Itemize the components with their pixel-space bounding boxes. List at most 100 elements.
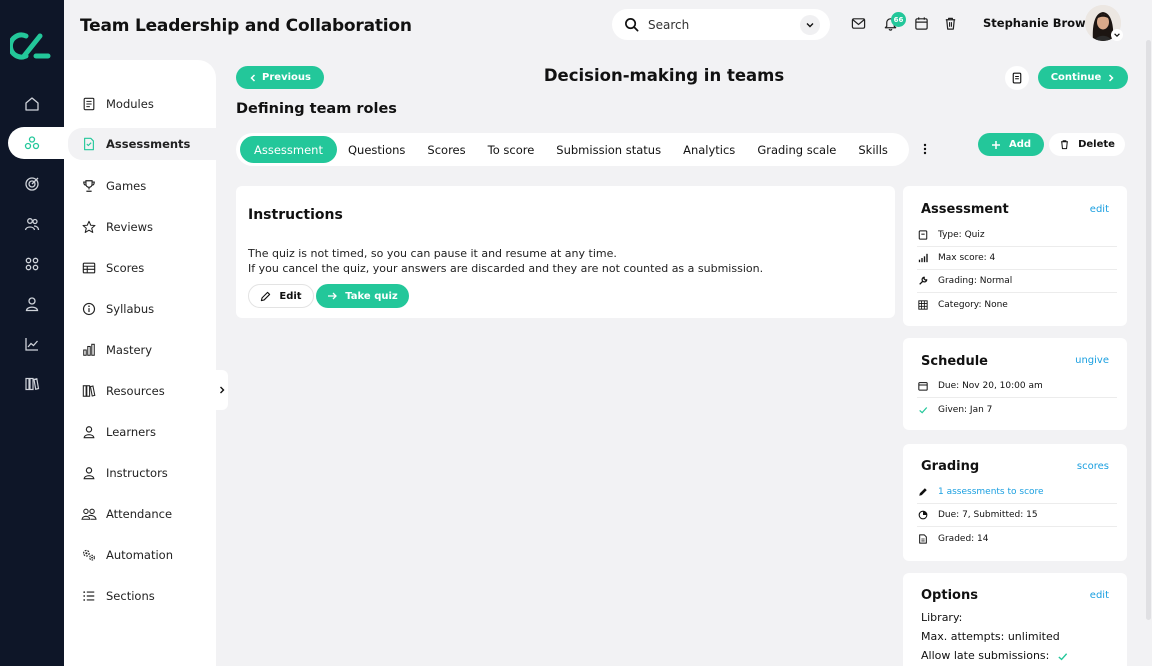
document-icon (917, 533, 929, 545)
submitted-row: Due: 7, Submitted: 15 (917, 504, 1117, 527)
target-icon[interactable] (20, 172, 44, 196)
sidebar-item-sections[interactable]: Sections (68, 580, 216, 612)
sidebar: Modules Assessments Games Reviews Scores… (64, 60, 216, 666)
pie-chart-icon (917, 509, 929, 521)
tab-bar: Assessment Questions Scores To score Sub… (236, 133, 909, 166)
tab-assessment[interactable]: Assessment (240, 136, 337, 163)
search-input[interactable]: Search (612, 9, 830, 40)
scrollbar-thumb[interactable] (1146, 40, 1151, 620)
bar-chart-icon (81, 342, 97, 358)
wrench-icon (917, 275, 929, 287)
panel-title: Grading (921, 459, 980, 474)
sidebar-item-resources[interactable]: Resources (68, 375, 216, 407)
tab-skills[interactable]: Skills (847, 136, 899, 163)
sidebar-collapse-button[interactable] (216, 370, 228, 410)
sidebar-item-instructors[interactable]: Instructors (68, 457, 216, 489)
sidebar-item-scores[interactable]: Scores (68, 252, 216, 284)
calendar-icon[interactable] (914, 16, 930, 32)
sidebar-item-label: Instructors (106, 466, 168, 480)
tab-submission-status[interactable]: Submission status (545, 136, 672, 163)
edit-instructions-button[interactable]: Edit (248, 284, 314, 308)
home-icon[interactable] (20, 92, 44, 116)
grid-icon (917, 299, 929, 311)
chevron-right-icon (1109, 73, 1114, 82)
sidebar-item-label: Scores (106, 261, 145, 275)
sidebar-item-attendance[interactable]: Attendance (68, 498, 216, 530)
chevron-down-icon[interactable] (800, 14, 820, 35)
sidebar-item-label: Assessments (106, 137, 191, 151)
hub-icon[interactable] (20, 131, 44, 155)
sidebar-item-label: Attendance (106, 507, 173, 521)
add-button[interactable]: Add (978, 133, 1044, 156)
person-icon[interactable] (20, 292, 44, 316)
edit-options-link[interactable]: edit (1090, 590, 1109, 601)
panel-title: Assessment (921, 202, 1009, 217)
sidebar-item-label: Resources (106, 384, 165, 398)
chart-icon[interactable] (20, 332, 44, 356)
sidebar-item-label: Learners (106, 425, 156, 439)
sidebar-item-reviews[interactable]: Reviews (68, 211, 216, 243)
sidebar-item-mastery[interactable]: Mastery (68, 334, 216, 366)
tab-to-score[interactable]: To score (477, 136, 546, 163)
section-title: Defining team roles (236, 101, 397, 117)
user-name[interactable]: Stephanie Brown (983, 16, 1094, 30)
continue-button[interactable]: Continue (1038, 66, 1128, 89)
sidebar-item-label: Modules (106, 97, 154, 111)
chevron-left-icon (250, 73, 256, 82)
arrow-right-icon (328, 292, 338, 300)
search-placeholder: Search (648, 17, 690, 32)
tab-analytics[interactable]: Analytics (672, 136, 746, 163)
ungive-link[interactable]: ungive (1075, 355, 1109, 366)
mail-icon[interactable] (851, 16, 867, 32)
trash-icon[interactable] (943, 16, 959, 32)
sidebar-item-assessments[interactable]: Assessments (68, 128, 216, 160)
instructions-title: Instructions (248, 207, 343, 223)
sidebar-item-automation[interactable]: Automation (68, 539, 216, 571)
info-icon (81, 301, 97, 317)
quiz-type-icon (917, 229, 929, 241)
people-icon[interactable] (20, 212, 44, 236)
check-icon (917, 404, 929, 416)
tab-grading-scale[interactable]: Grading scale (746, 136, 847, 163)
given-row: Given: Jan 7 (917, 398, 1117, 421)
user-menu-chevron-icon[interactable] (1111, 29, 1123, 41)
assessment-panel: Assessment edit Type: Quiz Max score: 4 … (903, 186, 1127, 326)
list-icon (81, 588, 97, 604)
pencil-icon (261, 291, 271, 301)
pencil-icon (917, 486, 929, 498)
notification-badge: 66 (891, 12, 906, 27)
sidebar-item-modules[interactable]: Modules (68, 88, 216, 120)
more-vertical-icon[interactable] (918, 142, 932, 156)
book-icon (81, 96, 97, 112)
table-icon (81, 260, 97, 276)
sidebar-item-learners[interactable]: Learners (68, 416, 216, 448)
plus-icon (991, 140, 1000, 149)
tab-questions[interactable]: Questions (337, 136, 416, 163)
category-row: Category: None (917, 293, 1117, 316)
document-icon (81, 136, 97, 152)
panel-title: Schedule (921, 354, 988, 369)
instructions-text-line: The quiz is not timed, so you can pause … (248, 247, 617, 260)
sidebar-item-label: Reviews (106, 220, 154, 234)
user-icon (81, 424, 97, 440)
library-icon[interactable] (20, 372, 44, 396)
edit-assessment-link[interactable]: edit (1090, 204, 1109, 215)
sidebar-item-label: Games (106, 179, 147, 193)
scores-link[interactable]: scores (1077, 461, 1109, 472)
calendar-icon (917, 380, 929, 392)
users-icon (81, 506, 97, 522)
take-quiz-button[interactable]: Take quiz (316, 284, 409, 308)
tab-scores[interactable]: Scores (416, 136, 476, 163)
library-option: Library: (921, 611, 963, 624)
sidebar-item-games[interactable]: Games (68, 170, 216, 202)
logo-icon[interactable] (10, 30, 52, 62)
delete-button[interactable]: Delete (1049, 133, 1125, 156)
app-title: Team Leadership and Collaboration (80, 16, 412, 36)
previous-button[interactable]: Previous (236, 66, 324, 89)
notes-button[interactable] (1005, 66, 1029, 90)
schedule-panel: Schedule ungive Due: Nov 20, 10:00 am Gi… (903, 338, 1127, 430)
apps-icon[interactable] (20, 252, 44, 276)
assessments-to-score-link[interactable]: 1 assessments to score (917, 481, 1117, 504)
take-quiz-label: Take quiz (345, 290, 398, 302)
sidebar-item-syllabus[interactable]: Syllabus (68, 293, 216, 325)
